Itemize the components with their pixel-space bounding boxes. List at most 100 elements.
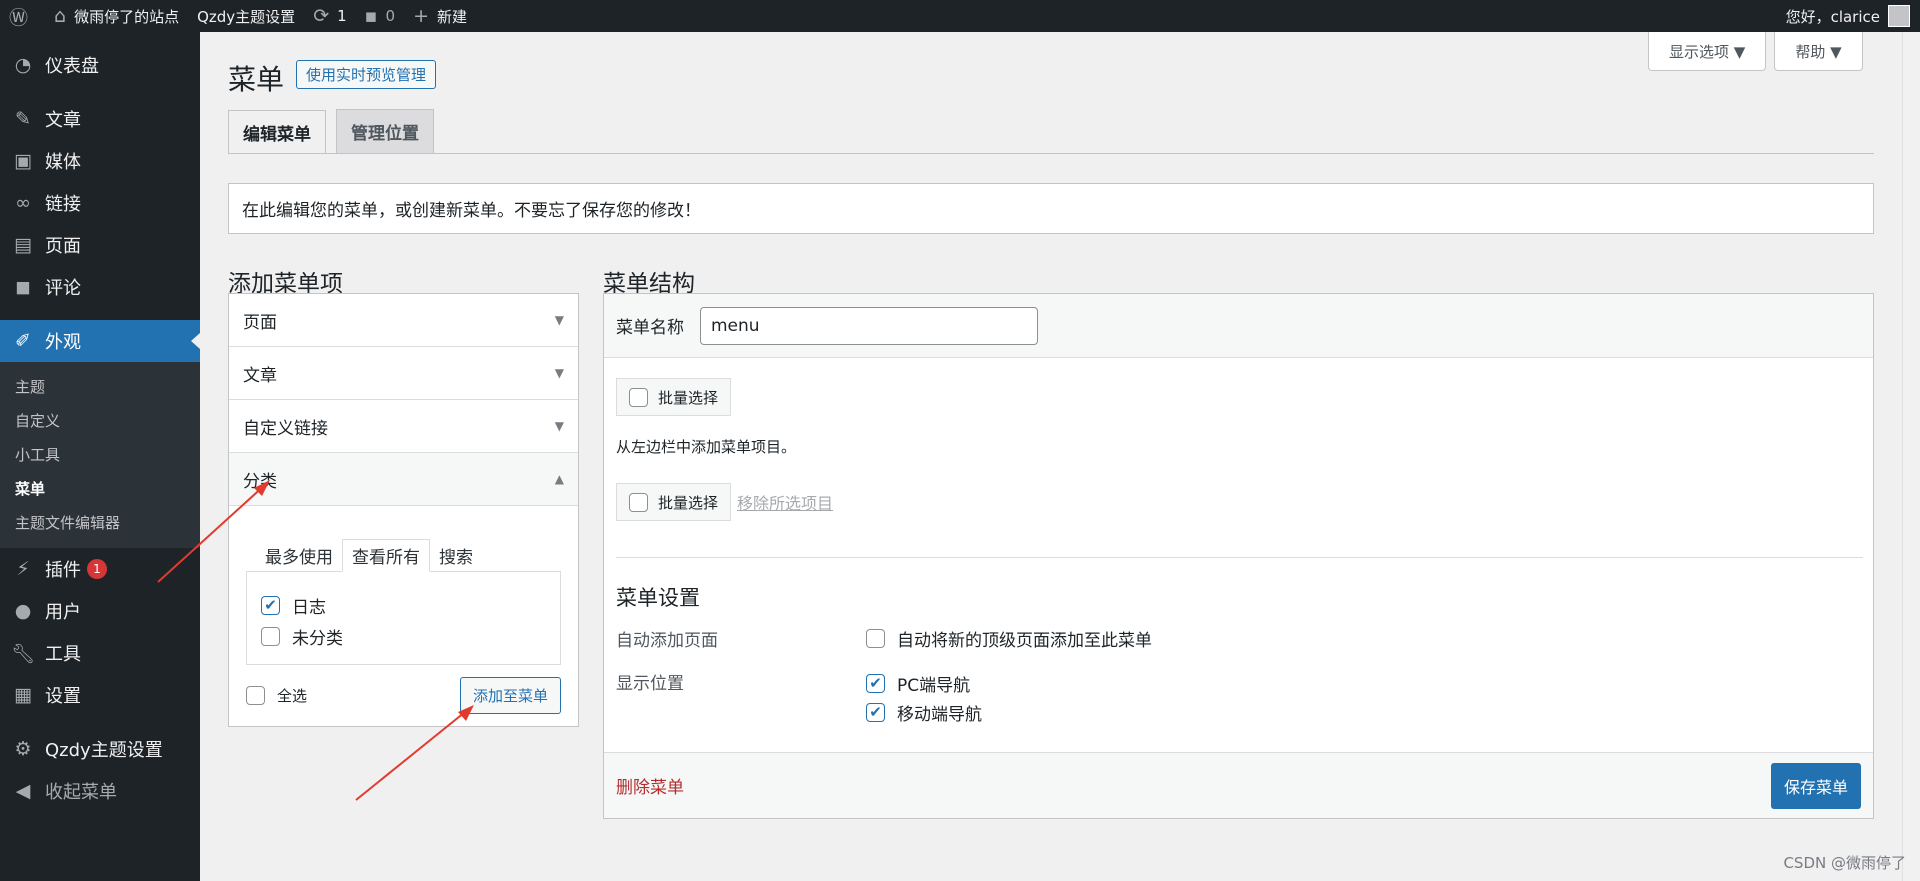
sidebar-item-media[interactable]: ▣ 媒体	[0, 140, 200, 182]
caret-down-icon: ▼	[554, 419, 564, 433]
sidebar-item-qzdy-settings[interactable]: ⚙ Qzdy主题设置	[0, 728, 200, 770]
theme-settings-link[interactable]: Qzdy主题设置	[188, 0, 304, 32]
updates-link[interactable]: ⟳ 1	[304, 0, 355, 32]
home-icon: ⌂	[54, 5, 67, 27]
add-menu-items-panel: 页面 ▼ 文章 ▼ 自定义链接 ▼ 分类 ▲ 最多使用 查看所有 搜索 ✔ 日志 未分类 …	[228, 293, 579, 727]
tab-search[interactable]: 搜索	[430, 540, 482, 571]
sidebar-item-plugins[interactable]: ⚡ 插件 1	[0, 548, 200, 590]
submenu-theme-editor[interactable]: 主题文件编辑器	[0, 506, 200, 540]
wordpress-logo-button[interactable]: Ⓦ	[0, 0, 45, 32]
bulk-select-button[interactable]: 批量选择	[616, 378, 732, 416]
collapse-icon: ◀	[15, 780, 31, 802]
brush-icon: ✐	[15, 330, 31, 352]
menu-footer: 删除菜单 保存菜单	[604, 752, 1873, 818]
empty-menu-hint: 从左边栏中添加菜单项目。	[616, 438, 797, 456]
sidebar-item-dashboard[interactable]: ◔ 仪表盘	[0, 44, 200, 86]
remove-selected-link[interactable]: 移除所选项目	[737, 490, 833, 514]
auto-add-option[interactable]: 自动将新的顶级页面添加至此菜单	[866, 626, 1152, 651]
nav-tabs: 编辑菜单 管理位置	[228, 109, 434, 154]
checkbox[interactable]	[629, 387, 648, 407]
location-label: 显示位置	[616, 674, 684, 694]
menu-name-input[interactable]: menu	[700, 306, 1038, 345]
plus-icon: +	[413, 5, 430, 27]
select-all[interactable]: 全选	[246, 680, 307, 711]
menu-name-label: 菜单名称	[616, 318, 684, 338]
auto-add-label: 自动添加页面	[616, 631, 718, 651]
dashboard-icon: ◔	[14, 54, 32, 76]
comment-icon: ▪	[364, 5, 378, 27]
checkbox-checked[interactable]: ✔	[261, 596, 280, 615]
live-preview-button[interactable]: 使用实时预览管理	[296, 60, 437, 89]
accordion-pages[interactable]: 页面 ▼	[229, 294, 578, 347]
categories-content: 最多使用 查看所有 搜索 ✔ 日志 未分类 全选 添加至菜单	[229, 506, 578, 726]
bulk-select-button-bottom[interactable]: 批量选择	[616, 483, 732, 521]
watermark: CSDN @微雨停了	[1783, 854, 1906, 872]
screen-options-button[interactable]: 显示选项 ▼	[1648, 32, 1767, 71]
submenu-customize[interactable]: 自定义	[0, 404, 200, 438]
sidebar-item-pages[interactable]: ▤ 页面	[0, 224, 200, 266]
checkbox[interactable]	[261, 627, 280, 646]
sidebar-item-tools[interactable]: 🔧︎ 工具	[0, 632, 200, 674]
checkbox[interactable]	[866, 628, 885, 648]
category-footer: 全选 添加至菜单	[246, 677, 561, 714]
appearance-submenu: 主题 自定义 小工具 菜单 主题文件编辑器	[0, 362, 200, 548]
tab-view-all[interactable]: 查看所有	[342, 539, 430, 572]
media-icon: ▣	[14, 150, 32, 172]
settings-icon: ▦	[14, 684, 32, 706]
checkbox[interactable]	[629, 492, 648, 512]
caret-up-icon: ▲	[554, 472, 564, 486]
sidebar-item-comments[interactable]: ◼ 评论	[0, 266, 200, 308]
submenu-themes[interactable]: 主题	[0, 370, 200, 404]
site-name-link[interactable]: ⌂ 微雨停了的站点	[45, 0, 188, 32]
submenu-menus[interactable]: 菜单	[0, 472, 200, 506]
sidebar-item-links[interactable]: ∞ 链接	[0, 182, 200, 224]
sidebar-item-posts[interactable]: ✎ 文章	[0, 98, 200, 140]
scrollbar[interactable]	[1902, 32, 1920, 881]
comments-link[interactable]: ▪ 0	[356, 0, 404, 32]
category-list: ✔ 日志 未分类	[246, 571, 561, 665]
account-menu[interactable]: 您好，clarice	[1786, 0, 1920, 32]
tab-manage-locations[interactable]: 管理位置	[336, 109, 434, 153]
plugin-icon: ⚡	[16, 558, 30, 580]
page-title: 菜单	[228, 63, 285, 96]
update-badge: 1	[87, 559, 107, 579]
location-mobile[interactable]: ✔ 移动端导航	[866, 698, 982, 727]
tab-edit-menu[interactable]: 编辑菜单	[228, 110, 326, 154]
accordion-posts[interactable]: 文章 ▼	[229, 347, 578, 400]
checkbox-checked[interactable]: ✔	[866, 674, 885, 693]
list-item[interactable]: ✔ 日志	[261, 590, 546, 621]
accordion-custom-links[interactable]: 自定义链接 ▼	[229, 400, 578, 453]
save-menu-button[interactable]: 保存菜单	[1770, 762, 1861, 809]
comment-icon: ◼	[15, 276, 31, 298]
admin-bar: Ⓦ ⌂ 微雨停了的站点 Qzdy主题设置 ⟳ 1 ▪ 0 + 新建 您好，clarice	[0, 0, 1920, 32]
page-icon: ▤	[14, 234, 32, 256]
checkbox-checked[interactable]: ✔	[866, 703, 885, 722]
checkbox[interactable]	[246, 686, 265, 705]
wordpress-icon: Ⓦ	[9, 6, 29, 29]
tab-divider	[228, 153, 1874, 154]
wrench-icon: 🔧︎	[11, 642, 36, 665]
accordion-categories[interactable]: 分类 ▲	[229, 453, 578, 506]
user-icon: ●	[14, 600, 32, 622]
sidebar-item-settings[interactable]: ▦ 设置	[0, 674, 200, 716]
tab-most-used[interactable]: 最多使用	[256, 540, 342, 571]
screen-meta-links: 显示选项 ▼ 帮助 ▼	[1648, 32, 1863, 71]
location-row: 显示位置 ✔ PC端导航 ✔ 移动端导航	[616, 669, 1861, 727]
caret-down-icon: ▼	[554, 313, 564, 327]
sidebar-item-users[interactable]: ● 用户	[0, 590, 200, 632]
location-pc[interactable]: ✔ PC端导航	[866, 669, 982, 698]
help-button[interactable]: 帮助 ▼	[1774, 32, 1863, 71]
submenu-widgets[interactable]: 小工具	[0, 438, 200, 472]
auto-add-row: 自动添加页面 自动将新的顶级页面添加至此菜单	[616, 626, 1861, 651]
pin-icon: ✎	[15, 108, 31, 130]
sidebar-item-appearance[interactable]: ✐ 外观	[0, 320, 200, 362]
info-notice: 在此编辑您的菜单，或创建新菜单。不要忘了保存您的修改！	[228, 183, 1874, 234]
menu-structure-panel: 菜单名称 menu 批量选择 从左边栏中添加菜单项目。 批量选择 移除所选项目 …	[603, 293, 1874, 819]
delete-menu-link[interactable]: 删除菜单	[616, 773, 684, 798]
admin-sidebar: ◔ 仪表盘 ✎ 文章 ▣ 媒体 ∞ 链接 ▤ 页面 ◼ 评论 ✐ 外观 主题 自定义 小工具 …	[0, 32, 200, 881]
new-content-link[interactable]: + 新建	[404, 0, 476, 32]
collapse-menu-button[interactable]: ◀ 收起菜单	[0, 770, 200, 812]
list-item[interactable]: 未分类	[261, 621, 546, 652]
refresh-icon: ⟳	[313, 5, 330, 27]
add-to-menu-button[interactable]: 添加至菜单	[459, 677, 561, 714]
